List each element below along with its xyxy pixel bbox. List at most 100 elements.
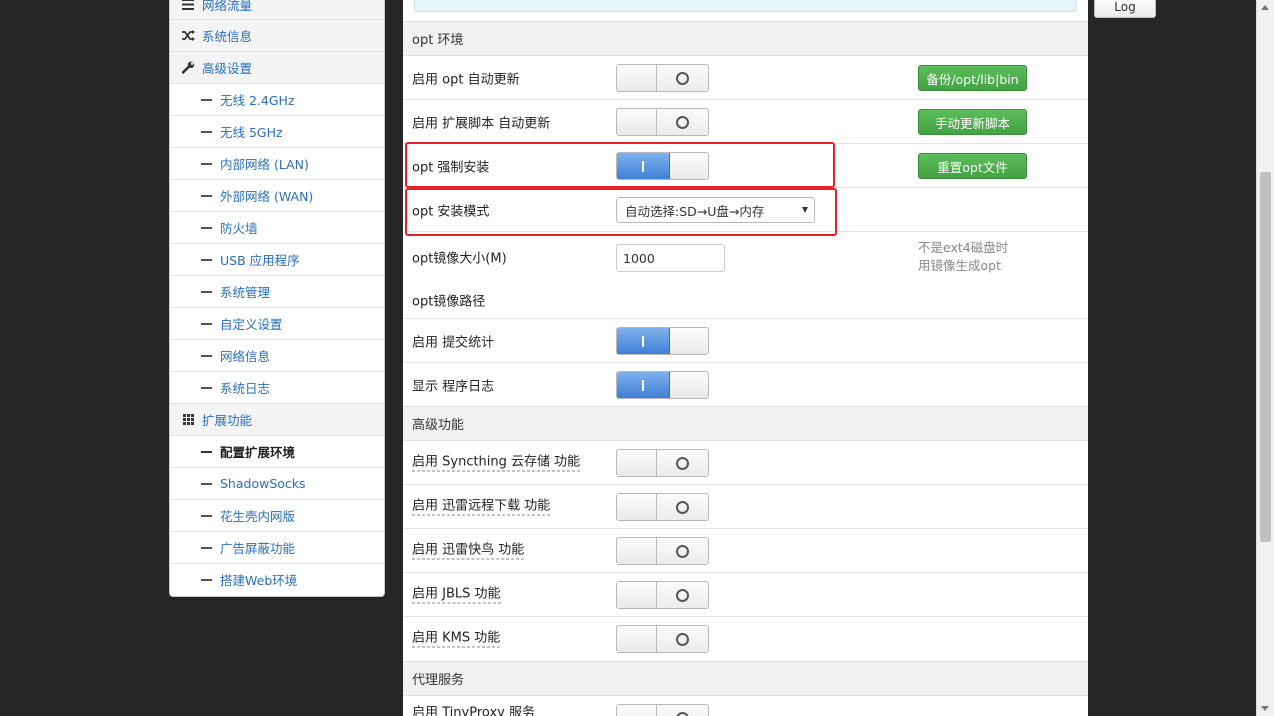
sidebar-item-adblock[interactable]: 广告屏蔽功能 — [170, 532, 384, 564]
sidebar-item-label: USB 应用程序 — [220, 253, 300, 268]
row-label: 启用 JBLS 功能 — [412, 586, 501, 603]
sidebar-item-label: 内部网络 (LAN) — [220, 157, 309, 172]
dash-icon — [201, 482, 212, 485]
sidebar-item-network-info[interactable]: 网络信息 — [170, 340, 384, 372]
sidebar-item-label: 防火墙 — [220, 221, 258, 236]
sidebar-item-label: 高级设置 — [202, 61, 253, 76]
sidebar-item-wifi-24[interactable]: 无线 2.4GHz — [170, 84, 384, 116]
install-mode-select[interactable]: 自动选择:SD→U盘→内存 — [616, 197, 815, 223]
sidebar-item-system-log[interactable]: 系统日志 — [170, 372, 384, 404]
dash-icon — [201, 194, 212, 197]
sidebar-item-system-info[interactable]: 系统信息 — [170, 20, 384, 52]
sidebar-item-shadowsocks[interactable]: ShadowSocks — [170, 468, 384, 500]
kms-toggle[interactable] — [616, 625, 709, 653]
sidebar-item-usb-apps[interactable]: USB 应用程序 — [170, 244, 384, 276]
sidebar-item-traffic[interactable]: 网络流量 — [170, 0, 384, 20]
show-log-toggle[interactable] — [616, 371, 709, 399]
sidebar-item-label: 花生壳内网版 — [220, 509, 296, 524]
row-label: opt镜像路径 — [412, 294, 486, 310]
row-opt-auto-update: 启用 opt 自动更新 备份/opt/lib|bin — [403, 56, 1088, 100]
image-size-input[interactable] — [616, 244, 725, 272]
shuffle-icon — [181, 29, 195, 43]
row-ext-script-update: 启用 扩展脚本 自动更新 手动更新脚本 — [403, 100, 1088, 144]
hint-line-2: 用镜像生成opt — [918, 258, 1001, 273]
row-label: opt 强制安装 — [412, 160, 490, 175]
dash-icon — [201, 354, 212, 357]
dash-icon — [201, 226, 212, 229]
scrollbar-thumb[interactable] — [1260, 172, 1271, 542]
syncthing-toggle[interactable] — [616, 449, 709, 477]
row-jbls: 启用 JBLS 功能 — [403, 573, 1088, 617]
sidebar-item-label: 扩展功能 — [202, 413, 253, 428]
sidebar-item-config-env[interactable]: 配置扩展环境 — [170, 436, 384, 468]
sidebar-item-label: 自定义设置 — [220, 317, 283, 332]
section-title: opt 环境 — [412, 33, 464, 48]
sidebar-item-wan[interactable]: 外部网络 (WAN) — [170, 180, 384, 212]
row-label: 显示 程序日志 — [412, 379, 495, 395]
dash-icon — [201, 98, 212, 101]
sidebar-item-custom-settings[interactable]: 自定义设置 — [170, 308, 384, 340]
row-xunlei-remote: 启用 迅雷远程下载 功能 — [403, 485, 1088, 529]
ext4-hint: 不是ext4磁盘时 用镜像生成opt — [918, 239, 1008, 275]
row-kms: 启用 KMS 功能 — [403, 617, 1088, 661]
dash-icon — [201, 130, 212, 133]
scroll-down-icon[interactable] — [1261, 706, 1269, 711]
sidebar-item-firewall[interactable]: 防火墙 — [170, 212, 384, 244]
row-opt-image-size: opt镜像大小(M) 不是ext4磁盘时 用镜像生成opt — [403, 232, 1088, 282]
list-icon — [181, 0, 195, 11]
dash-icon — [201, 162, 212, 165]
sidebar: 网络流量 系统信息 高级设置 无线 2.4GHz 无线 5GHz 内部网络 (L… — [169, 0, 385, 597]
sidebar-item-advanced[interactable]: 高级设置 — [170, 52, 384, 84]
wrench-icon — [181, 61, 195, 75]
section-title: 高级功能 — [412, 418, 465, 433]
dash-icon — [201, 450, 212, 453]
dash-icon — [201, 322, 212, 325]
log-button[interactable]: Log — [1094, 0, 1156, 18]
hint-line-1: 不是ext4磁盘时 — [918, 240, 1009, 255]
dash-icon — [201, 290, 212, 293]
row-label: 启用 KMS 功能 — [412, 630, 501, 648]
sidebar-item-lan[interactable]: 内部网络 (LAN) — [170, 148, 384, 180]
sidebar-item-label: 系统日志 — [220, 381, 271, 396]
sidebar-item-label: 无线 2.4GHz — [220, 93, 295, 108]
row-label: 启用 迅雷快鸟 功能 — [412, 542, 525, 559]
dash-icon — [201, 514, 212, 517]
row-opt-image-path: opt镜像路径 — [403, 282, 1088, 319]
backup-opt-button[interactable]: 备份/opt/lib|bin — [918, 65, 1027, 91]
row-xunlei-kuainiao: 启用 迅雷快鸟 功能 — [403, 529, 1088, 573]
opt-auto-update-toggle[interactable] — [616, 64, 709, 92]
reset-opt-button[interactable]: 重置opt文件 — [918, 153, 1027, 179]
jbls-toggle[interactable] — [616, 581, 709, 609]
scroll-up-icon[interactable] — [1261, 5, 1269, 10]
row-label: opt镜像大小(M) — [412, 251, 507, 267]
caret-down-icon — [802, 207, 808, 213]
submit-stats-toggle[interactable] — [616, 327, 709, 355]
opt-force-install-toggle[interactable] — [616, 152, 709, 180]
sidebar-item-label: 配置扩展环境 — [220, 445, 296, 460]
sidebar-item-system-admin[interactable]: 系统管理 — [170, 276, 384, 308]
row-submit-stats: 启用 提交统计 — [403, 319, 1088, 363]
xunlei-kuainiao-toggle[interactable] — [616, 537, 709, 565]
row-opt-install-mode: opt 安装模式 自动选择:SD→U盘→内存 — [403, 188, 1088, 232]
row-label: 启用 opt 自动更新 — [412, 72, 520, 87]
row-label: 启用 TinyProxy 服务 — [412, 706, 535, 716]
manual-update-script-button[interactable]: 手动更新脚本 — [918, 109, 1027, 135]
row-label: 启用 提交统计 — [412, 335, 495, 350]
row-tinyproxy: 启用 TinyProxy 服务 — [403, 696, 1088, 716]
section-title: 代理服务 — [412, 673, 465, 688]
sidebar-item-oray[interactable]: 花生壳内网版 — [170, 500, 384, 532]
scrollbar[interactable] — [1256, 0, 1274, 716]
tinyproxy-toggle[interactable] — [616, 704, 709, 716]
ext-script-update-toggle[interactable] — [616, 108, 709, 136]
sidebar-item-wifi-5[interactable]: 无线 5GHz — [170, 116, 384, 148]
section-opt-env: opt 环境 — [403, 21, 1088, 56]
xunlei-remote-toggle[interactable] — [616, 493, 709, 521]
sidebar-item-extensions[interactable]: 扩展功能 — [170, 404, 384, 436]
sidebar-item-label: ShadowSocks — [220, 476, 306, 491]
sidebar-item-web-env[interactable]: 搭建Web环境 — [170, 564, 384, 595]
main-panel: opt 环境 启用 opt 自动更新 备份/opt/lib|bin 启用 扩展脚… — [403, 0, 1088, 716]
sidebar-item-label: 外部网络 (WAN) — [220, 189, 314, 204]
dash-icon — [201, 546, 212, 549]
dash-icon — [201, 386, 212, 389]
sidebar-item-label: 无线 5GHz — [220, 125, 283, 140]
